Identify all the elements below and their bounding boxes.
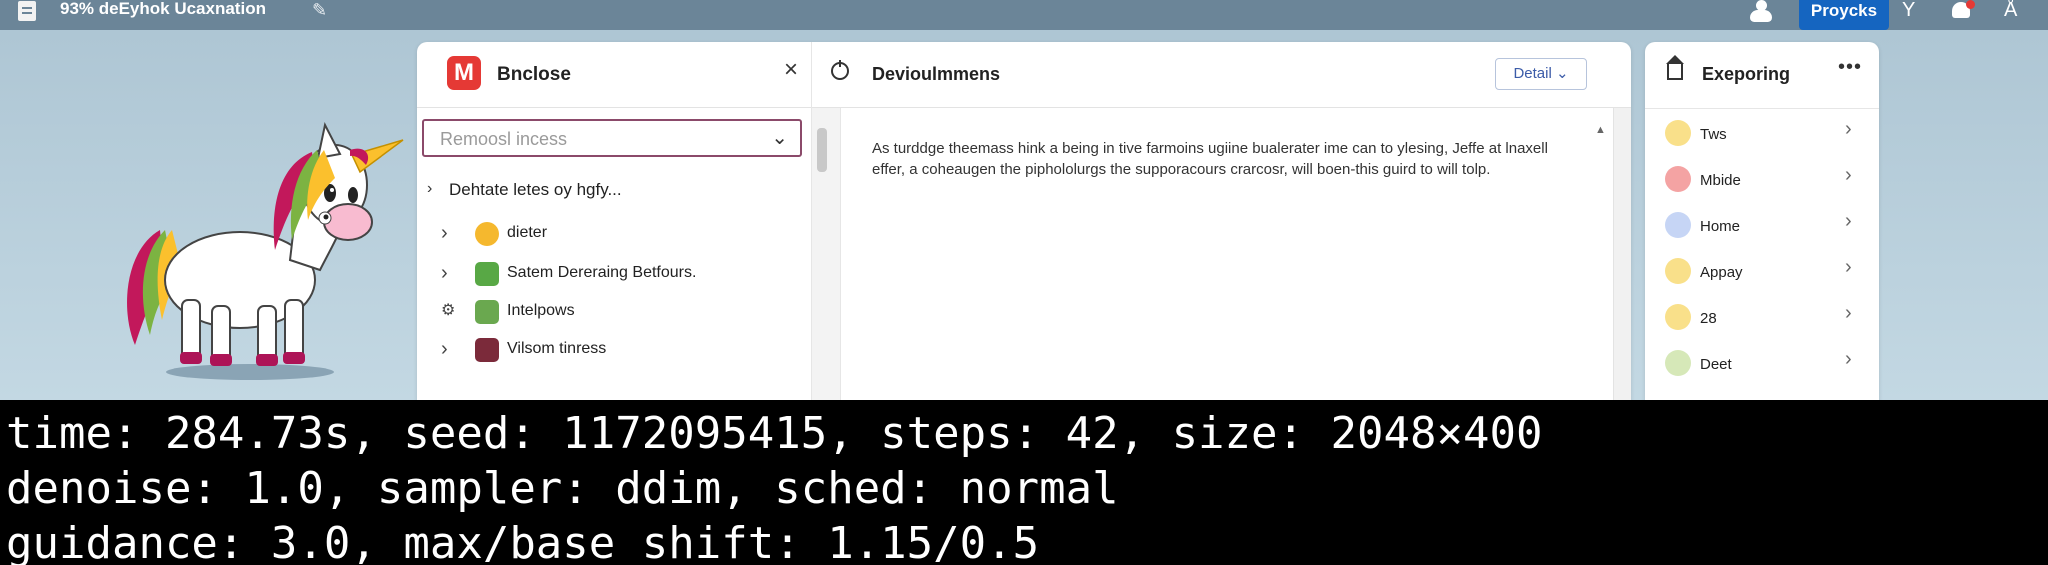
more-options-icon[interactable]: ••• — [1838, 56, 1862, 79]
main-panel: M Bnclose × Devioulmmens Detail ⌄ Remoos… — [417, 42, 1631, 400]
user-icon[interactable] — [1748, 0, 1774, 24]
explore-divider — [1645, 108, 1879, 109]
portrait-badge-icon — [475, 338, 499, 362]
tree-item-label: Intelpows — [507, 302, 575, 319]
section-title: Devioulmmens — [872, 64, 1001, 84]
caption-line: time: 284.73s, seed: 1172095415, steps: … — [6, 408, 1543, 459]
item-dot-icon — [1665, 304, 1691, 330]
filter-icon[interactable]: Y — [1902, 0, 1915, 20]
generation-caption: time: 284.73s, seed: 1172095415, steps: … — [0, 400, 2048, 565]
window-title: 93% deEyhok Ucaxnation — [60, 0, 266, 18]
explore-title: Exeporing — [1702, 64, 1791, 84]
explore-item[interactable]: 28 › — [1645, 298, 1879, 338]
explore-item[interactable]: Mbide › — [1645, 160, 1879, 200]
tree-root-label: Dehtate letes oy hgfy... — [449, 180, 622, 199]
chevron-right-icon: › — [1845, 256, 1852, 278]
caption-line: guidance: 3.0, max/base shift: 1.15/0.5 — [6, 518, 1040, 565]
top-bar: 93% deEyhok Ucaxnation ✎ Proycks Y Å — [0, 0, 2048, 30]
explore-item-label: Deet — [1700, 356, 1732, 373]
chevron-right-icon: › — [1845, 210, 1852, 232]
item-dot-icon — [1665, 212, 1691, 238]
caret-right-icon[interactable]: › — [441, 222, 448, 245]
header-divider — [811, 42, 812, 108]
chevron-right-icon: › — [1845, 118, 1852, 140]
tree-item-label: Satem Dereraing Betfours. — [507, 264, 697, 281]
explore-item[interactable]: Home › — [1645, 206, 1879, 246]
unicorn-illustration — [127, 122, 404, 380]
projects-button[interactable]: Proycks — [1799, 0, 1889, 30]
caret-right-icon[interactable]: › — [441, 338, 448, 361]
item-dot-icon — [1665, 350, 1691, 376]
explore-item-label: Home — [1700, 218, 1741, 235]
power-icon[interactable] — [831, 60, 849, 80]
explore-item-label: Appay — [1700, 264, 1743, 281]
item-dot-icon — [1665, 166, 1691, 192]
home-icon — [1666, 55, 1684, 80]
explore-item[interactable]: Appay › — [1645, 252, 1879, 292]
person-icon[interactable]: Å — [2004, 0, 2017, 20]
caret-right-icon[interactable]: › — [441, 262, 448, 285]
collapse-up-icon[interactable]: ▲ — [1595, 124, 1606, 136]
chevron-down-icon: ⌄ — [771, 127, 788, 149]
chevron-right-icon: › — [1845, 164, 1852, 186]
left-scrollbar-thumb[interactable] — [817, 128, 827, 172]
panel-header: M Bnclose × Devioulmmens Detail ⌄ — [417, 42, 1631, 108]
explore-item-label: 28 — [1700, 310, 1717, 327]
caption-line: denoise: 1.0, sampler: ddim, sched: norm… — [6, 463, 1119, 514]
lemon-icon — [475, 222, 499, 246]
app-canvas: M Bnclose × Devioulmmens Detail ⌄ Remoos… — [0, 30, 2048, 400]
mail-app-icon: M — [447, 56, 481, 90]
gear-icon[interactable]: ⚙ — [441, 300, 455, 320]
pen-icon[interactable]: ✎ — [312, 0, 327, 20]
explore-item[interactable]: Deet › — [1645, 344, 1879, 384]
notification-dot — [1966, 0, 1975, 9]
panel-title: Bnclose — [497, 64, 571, 85]
face-badge-icon — [475, 300, 499, 324]
tree-item-label: Vilsom tinress — [507, 340, 607, 357]
item-dot-icon — [1665, 120, 1691, 146]
detail-dropdown-button[interactable]: Detail ⌄ — [1495, 58, 1587, 90]
explore-item-label: Mbide — [1700, 172, 1741, 189]
content-text: As turddge theemass hink a being in tive… — [872, 140, 1548, 178]
chevron-right-icon: › — [1845, 302, 1852, 324]
explore-item-label: Tws — [1700, 126, 1727, 143]
chevron-right-icon: › — [1845, 348, 1852, 370]
item-dot-icon — [1665, 258, 1691, 284]
explore-panel: Exeporing ••• Tws › Mbide › Home › Appay… — [1645, 42, 1879, 400]
detail-label: Detail — [1513, 65, 1552, 82]
content-scrollbar[interactable] — [1613, 108, 1631, 400]
caret-right-icon: › — [427, 180, 433, 197]
close-button[interactable]: × — [777, 56, 805, 84]
clock-badge-icon — [475, 262, 499, 286]
process-select[interactable]: Remoosl incess ⌄ — [422, 119, 802, 157]
doc-icon[interactable] — [18, 1, 36, 21]
explore-item[interactable]: Tws › — [1645, 114, 1879, 154]
select-placeholder: Remoosl incess — [440, 129, 568, 149]
left-column: Remoosl incess ⌄ › Dehtate letes oy hgfy… — [417, 108, 811, 400]
tree-item-label: dieter — [507, 224, 548, 241]
